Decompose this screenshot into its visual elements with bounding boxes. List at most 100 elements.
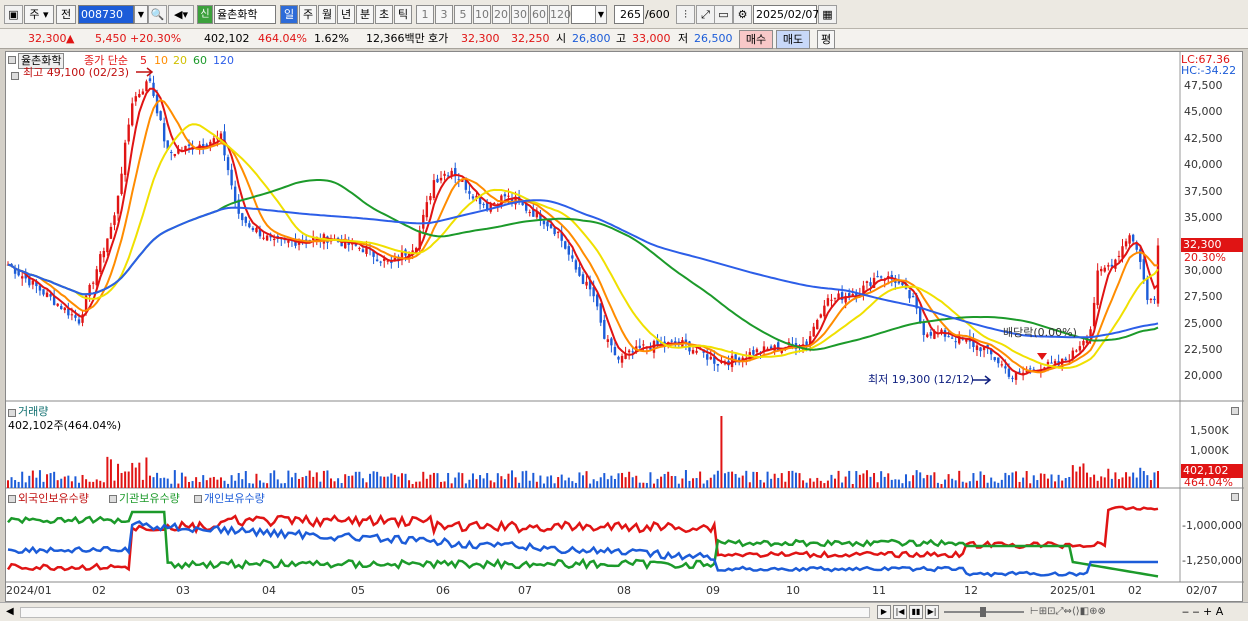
first-page-icon[interactable]: |◀ [893, 605, 907, 619]
scroll-right-icon[interactable]: ▶ [877, 605, 891, 619]
gear-icon[interactable]: ⚙ [733, 5, 752, 24]
volume-bar [660, 476, 663, 488]
zoom-thumb[interactable] [980, 607, 986, 617]
volume-bar [166, 478, 169, 488]
interval-0[interactable]: 1 [416, 5, 434, 24]
volume-bar [1128, 476, 1131, 488]
candle-body [244, 216, 248, 223]
candle-body [1139, 249, 1142, 262]
tab-4[interactable]: 분 [356, 5, 374, 24]
volume-bar [230, 475, 233, 488]
draw-tool-icon[interactable]: ⤢ [696, 5, 715, 24]
volume-bar [567, 477, 570, 488]
date-input[interactable]: 2025/02/07 [753, 5, 819, 24]
volume-bar [280, 483, 283, 488]
chart-area[interactable]: 율촌화학 종가 단순 5 10 20 60 120 최고 49,100 (02/… [5, 51, 1244, 602]
volume-bar [727, 471, 730, 488]
candle-body [819, 314, 823, 318]
candle-body [141, 91, 145, 95]
volume-bar [1078, 466, 1081, 488]
interval-4[interactable]: 20 [492, 5, 510, 24]
volume-bar [628, 471, 631, 488]
code-dropdown[interactable]: ▼ [134, 5, 148, 24]
volume-bar [858, 474, 861, 488]
date-tick-0: 2024/01 [6, 584, 52, 597]
count-input[interactable]: 265 [614, 5, 644, 24]
volume-bar [173, 470, 176, 488]
volume-bar [649, 472, 652, 488]
stock-name-field[interactable]: 율촌화학 [214, 5, 276, 24]
tab-3[interactable]: 년 [337, 5, 355, 24]
volume-bar [919, 472, 922, 488]
window-icon[interactable]: ▣ [4, 5, 23, 24]
volume-bar [475, 479, 478, 488]
tab-6[interactable]: 틱 [394, 5, 412, 24]
zoom-controls[interactable]: ‒ ‒ + A [1182, 605, 1223, 619]
volume-bar [38, 470, 41, 488]
chart-type-icon[interactable]: ⫶ [676, 5, 695, 24]
candle-body [752, 350, 755, 355]
tab-0[interactable]: 일 [280, 5, 298, 24]
interval-2[interactable]: 5 [454, 5, 472, 24]
candle-body [1082, 340, 1085, 346]
volume-bar [390, 473, 393, 488]
volume-bar [88, 481, 91, 488]
grid-icon[interactable] [11, 72, 19, 80]
quote-bar: 32,300 ▲ 5,450 +20.30% 402,102 464.04% 1… [0, 29, 1248, 49]
calendar-icon[interactable]: ▦ [818, 5, 837, 24]
tab-2[interactable]: 월 [318, 5, 336, 24]
interval-5[interactable]: 30 [511, 5, 529, 24]
holding-menu-icon[interactable] [8, 495, 16, 503]
candle-body [865, 281, 869, 283]
candle-body [638, 345, 641, 348]
candle-body [617, 356, 620, 360]
volume-bar [1135, 477, 1138, 488]
last-page-icon[interactable]: ▶| [925, 605, 939, 619]
volume-bar [319, 481, 322, 488]
turnover-rate: 1.62% [314, 32, 349, 45]
volume-bar [652, 483, 655, 488]
volume-close-icon[interactable] [1231, 407, 1239, 415]
volume-bar [787, 471, 790, 488]
panel-menu-icon[interactable] [8, 56, 16, 64]
volume-bar [613, 478, 616, 488]
sell-button[interactable]: 매도 [776, 30, 810, 49]
volume-bar [212, 476, 215, 488]
interval-1[interactable]: 3 [435, 5, 453, 24]
pause-icon[interactable]: ▮▮ [909, 605, 923, 619]
volume-bar [944, 479, 947, 488]
tab-1[interactable]: 주 [299, 5, 317, 24]
volume-menu-icon[interactable] [8, 409, 16, 417]
scroll-left-icon[interactable]: ◀ [6, 605, 14, 619]
volume-bar [716, 470, 719, 488]
candle-body [375, 259, 379, 262]
avg-button[interactable]: 평 [817, 30, 835, 49]
volume-bar [990, 477, 993, 488]
candle-body [1053, 361, 1057, 364]
tool-icons[interactable]: ⊢⊞⊡⤢⇔⟨⟩◧⊕⊗ [1030, 605, 1106, 619]
tab-5[interactable]: 초 [375, 5, 393, 24]
horizontal-scrollbar[interactable] [20, 607, 870, 618]
interval-dropdown[interactable]: ▼ [595, 5, 607, 24]
search-icon[interactable]: 🔍 [148, 5, 167, 24]
holding-close-icon[interactable] [1231, 493, 1239, 501]
buy-button[interactable]: 매수 [739, 30, 773, 49]
speaker-icon[interactable]: ◀▾ [168, 5, 194, 24]
market-select[interactable]: 전 [56, 5, 76, 24]
interval-3[interactable]: 10 [473, 5, 491, 24]
volume-bar [1117, 479, 1120, 488]
volume-bar [702, 483, 705, 488]
candle-body [113, 215, 116, 226]
candle-body [230, 169, 233, 186]
save-icon[interactable]: ▭ [714, 5, 733, 24]
candle-body [273, 238, 276, 241]
volume-bar [521, 471, 524, 488]
volume-bar [589, 483, 592, 488]
type-select[interactable]: 주 ▾ [24, 5, 54, 24]
candle-body [432, 180, 436, 199]
volume-bar [223, 480, 226, 488]
interval-6[interactable]: 60 [530, 5, 548, 24]
interval-7[interactable]: 120 [549, 5, 571, 24]
code-input[interactable]: 008730 [78, 5, 134, 24]
candle-body [1128, 235, 1131, 244]
